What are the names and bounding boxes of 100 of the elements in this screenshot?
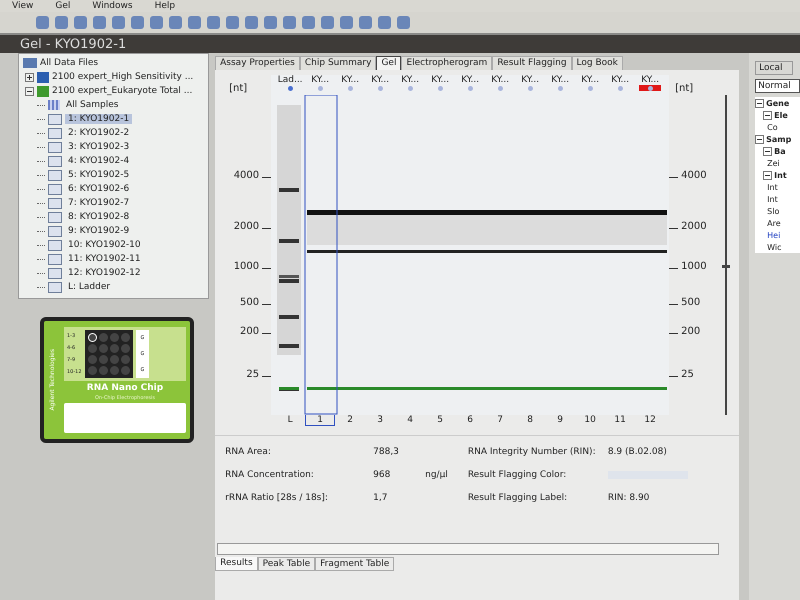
toolbar-icon[interactable] (302, 16, 315, 29)
tab[interactable]: Result Flagging (492, 56, 572, 70)
property-item[interactable]: Ba (774, 146, 786, 156)
toolbar-icon[interactable] (340, 16, 353, 29)
property-item[interactable]: Samp (766, 134, 792, 144)
tree-item[interactable]: All Samples (63, 100, 122, 110)
tree-item[interactable]: 5: KYO1902-5 (65, 170, 132, 180)
tree-item[interactable]: 1: KYO1902-1 (65, 114, 132, 124)
lane-label[interactable]: KY... (461, 75, 480, 85)
toolbar-icon[interactable] (74, 16, 87, 29)
tree-item[interactable]: 2100 expert_High Sensitivity ... (52, 72, 194, 82)
collapse-icon[interactable] (755, 98, 764, 108)
lane-number[interactable]: 12 (635, 415, 666, 426)
expander-icon[interactable] (25, 72, 34, 82)
lane-number[interactable]: 7 (485, 415, 516, 426)
toolbar-icon[interactable] (397, 16, 410, 29)
tree-item[interactable]: 12: KYO1902-12 (65, 268, 144, 278)
menu-item[interactable]: Windows (92, 0, 133, 12)
toolbar-icon[interactable] (207, 16, 220, 29)
tree-item[interactable]: 2: KYO1902-2 (65, 128, 132, 138)
property-item[interactable]: Gene (766, 98, 790, 108)
tree-item[interactable]: 11: KYO1902-11 (65, 254, 144, 264)
tab[interactable]: Log Book (572, 56, 623, 70)
scrollbar[interactable] (217, 543, 720, 555)
property-item[interactable]: Int (774, 170, 787, 180)
lane-number[interactable]: 5 (425, 415, 456, 426)
expander-icon[interactable] (25, 86, 34, 96)
lane-number[interactable]: 2 (335, 415, 366, 426)
lane-label[interactable]: KY... (401, 75, 420, 85)
mode-field[interactable]: Normal (755, 79, 800, 93)
toolbar-icon[interactable] (150, 16, 163, 29)
tree-item[interactable]: 7: KYO1902-7 (65, 198, 132, 208)
tab[interactable]: Gel (376, 56, 402, 70)
lane-number[interactable]: 9 (545, 415, 576, 426)
lane-label[interactable]: KY... (611, 75, 630, 85)
toolbar-icon[interactable] (264, 16, 277, 29)
property-item[interactable]: Co (767, 122, 778, 132)
lane-label[interactable]: KY... (431, 75, 450, 85)
toolbar-icon[interactable] (226, 16, 239, 29)
toolbar-icon[interactable] (169, 16, 182, 29)
property-item[interactable]: Zei (767, 158, 780, 168)
property-item[interactable]: Are (767, 218, 781, 228)
tab[interactable]: Assay Properties (215, 56, 300, 70)
property-item[interactable]: Int (767, 194, 778, 204)
lane-number[interactable]: 10 (575, 415, 606, 426)
slider-thumb[interactable] (722, 264, 730, 268)
lane-label[interactable]: Lad... (278, 75, 303, 85)
tree-item[interactable]: 3: KYO1902-3 (65, 142, 132, 152)
toolbar-icon[interactable] (93, 16, 106, 29)
tree-item[interactable]: 10: KYO1902-10 (65, 240, 144, 250)
toolbar-icon[interactable] (55, 16, 68, 29)
lane-label[interactable]: KY... (371, 75, 390, 85)
tree-item[interactable]: 4: KYO1902-4 (65, 156, 132, 166)
tab[interactable]: Electropherogram (401, 56, 492, 70)
menu-item[interactable]: Gel (55, 0, 70, 12)
collapse-icon[interactable] (763, 170, 772, 180)
lane-number[interactable]: 11 (605, 415, 636, 426)
collapse-icon[interactable] (755, 134, 764, 144)
lane-number[interactable]: L (275, 415, 306, 426)
toolbar-icon[interactable] (36, 16, 49, 29)
toolbar-icon[interactable] (112, 16, 125, 29)
tree-item[interactable]: 8: KYO1902-8 (65, 212, 132, 222)
property-item[interactable]: Ele (774, 110, 788, 120)
tree-item[interactable]: L: Ladder (65, 282, 114, 292)
collapse-icon[interactable] (763, 146, 772, 156)
toolbar-icon[interactable] (359, 16, 372, 29)
menu-item[interactable]: View (12, 0, 34, 12)
toolbar-icon[interactable] (245, 16, 258, 29)
tree-item[interactable]: 9: KYO1902-9 (65, 226, 132, 236)
tab[interactable]: Peak Table (258, 557, 316, 571)
property-item[interactable]: Wic (767, 242, 782, 252)
property-item[interactable]: Int (767, 182, 778, 192)
lane-number[interactable]: 3 (365, 415, 396, 426)
tree-item[interactable]: 2100 expert_Eukaryote Total ... (52, 86, 192, 96)
lane-label[interactable]: KY... (311, 75, 330, 85)
tab[interactable]: Local (755, 61, 794, 75)
tab[interactable]: Fragment Table (315, 557, 394, 571)
tab[interactable]: Chip Summary (300, 56, 376, 70)
toolbar-icon[interactable] (131, 16, 144, 29)
toolbar-icon[interactable] (188, 16, 201, 29)
toolbar-icon[interactable] (321, 16, 334, 29)
toolbar-icon[interactable] (283, 16, 296, 29)
lane-label[interactable]: KY... (641, 75, 660, 85)
lane-number[interactable]: 4 (395, 415, 426, 426)
property-item[interactable]: Slo (767, 206, 780, 216)
property-item[interactable]: Hei (767, 230, 780, 240)
menu-item[interactable]: Help (154, 0, 176, 12)
tree-item[interactable]: 6: KYO1902-6 (65, 184, 132, 194)
lane-label[interactable]: KY... (581, 75, 600, 85)
lane-label[interactable]: KY... (491, 75, 510, 85)
lane-number[interactable]: 6 (455, 415, 486, 426)
lane-number[interactable]: 1 (305, 415, 336, 426)
lane-label[interactable]: KY... (521, 75, 540, 85)
tab[interactable]: Results (215, 557, 258, 571)
lane-label[interactable]: KY... (551, 75, 570, 85)
lane-number[interactable]: 8 (515, 415, 546, 426)
lane-label[interactable]: KY... (341, 75, 360, 85)
collapse-icon[interactable] (763, 110, 772, 120)
toolbar-icon[interactable] (378, 16, 391, 29)
tree-item[interactable]: All Data Files (40, 58, 98, 68)
